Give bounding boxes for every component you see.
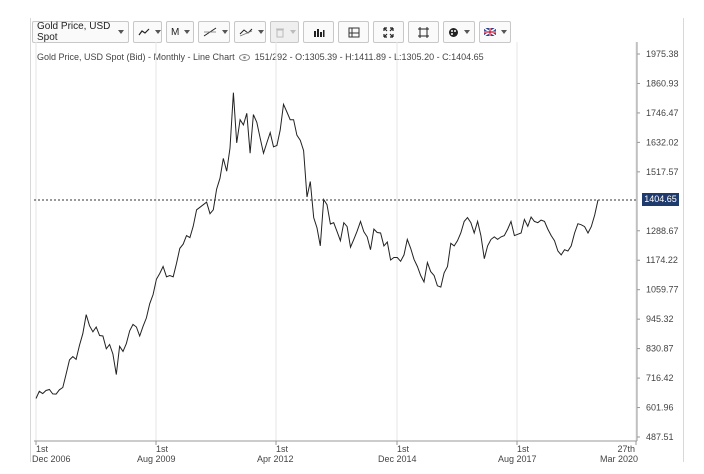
y-tick-label: 945.32 [646, 314, 674, 324]
y-tick-label: 1860.93 [646, 78, 679, 88]
y-tick-label: 1975.38 [646, 49, 679, 59]
x-tick-label: Dec 2006 [32, 454, 71, 464]
y-tick-label: 830.87 [646, 344, 674, 354]
price-chart[interactable]: 1stDec 20061stAug 20091stApr 20121stDec … [0, 0, 704, 474]
y-tick-label: 487.51 [646, 432, 674, 442]
x-tick-label: Apr 2012 [257, 454, 294, 464]
y-tick-label: 1517.57 [646, 167, 679, 177]
y-tick-label: 601.96 [646, 403, 674, 413]
y-tick-label: 1059.77 [646, 285, 679, 295]
current-price-badge: 1404.65 [642, 193, 679, 206]
y-tick-label: 716.42 [646, 373, 674, 383]
y-tick-label: 1174.22 [646, 255, 678, 265]
x-tick-day: 1st [517, 444, 530, 454]
y-tick-label: 1746.47 [646, 108, 679, 118]
x-tick-label: Mar 2020 [600, 454, 638, 464]
x-tick-day: 1st [276, 444, 289, 454]
x-tick-label: Aug 2009 [137, 454, 176, 464]
x-tick-day: 1st [156, 444, 169, 454]
y-tick-label: 1288.67 [646, 226, 679, 236]
y-tick-label: 1632.02 [646, 137, 679, 147]
x-tick-day: 1st [36, 444, 49, 454]
x-tick-label: Aug 2017 [498, 454, 537, 464]
gold-price-series-line [35, 92, 599, 399]
x-tick-day: 1st [397, 444, 410, 454]
x-tick-label: Dec 2014 [378, 454, 417, 464]
x-tick-day: 27th [617, 444, 635, 454]
